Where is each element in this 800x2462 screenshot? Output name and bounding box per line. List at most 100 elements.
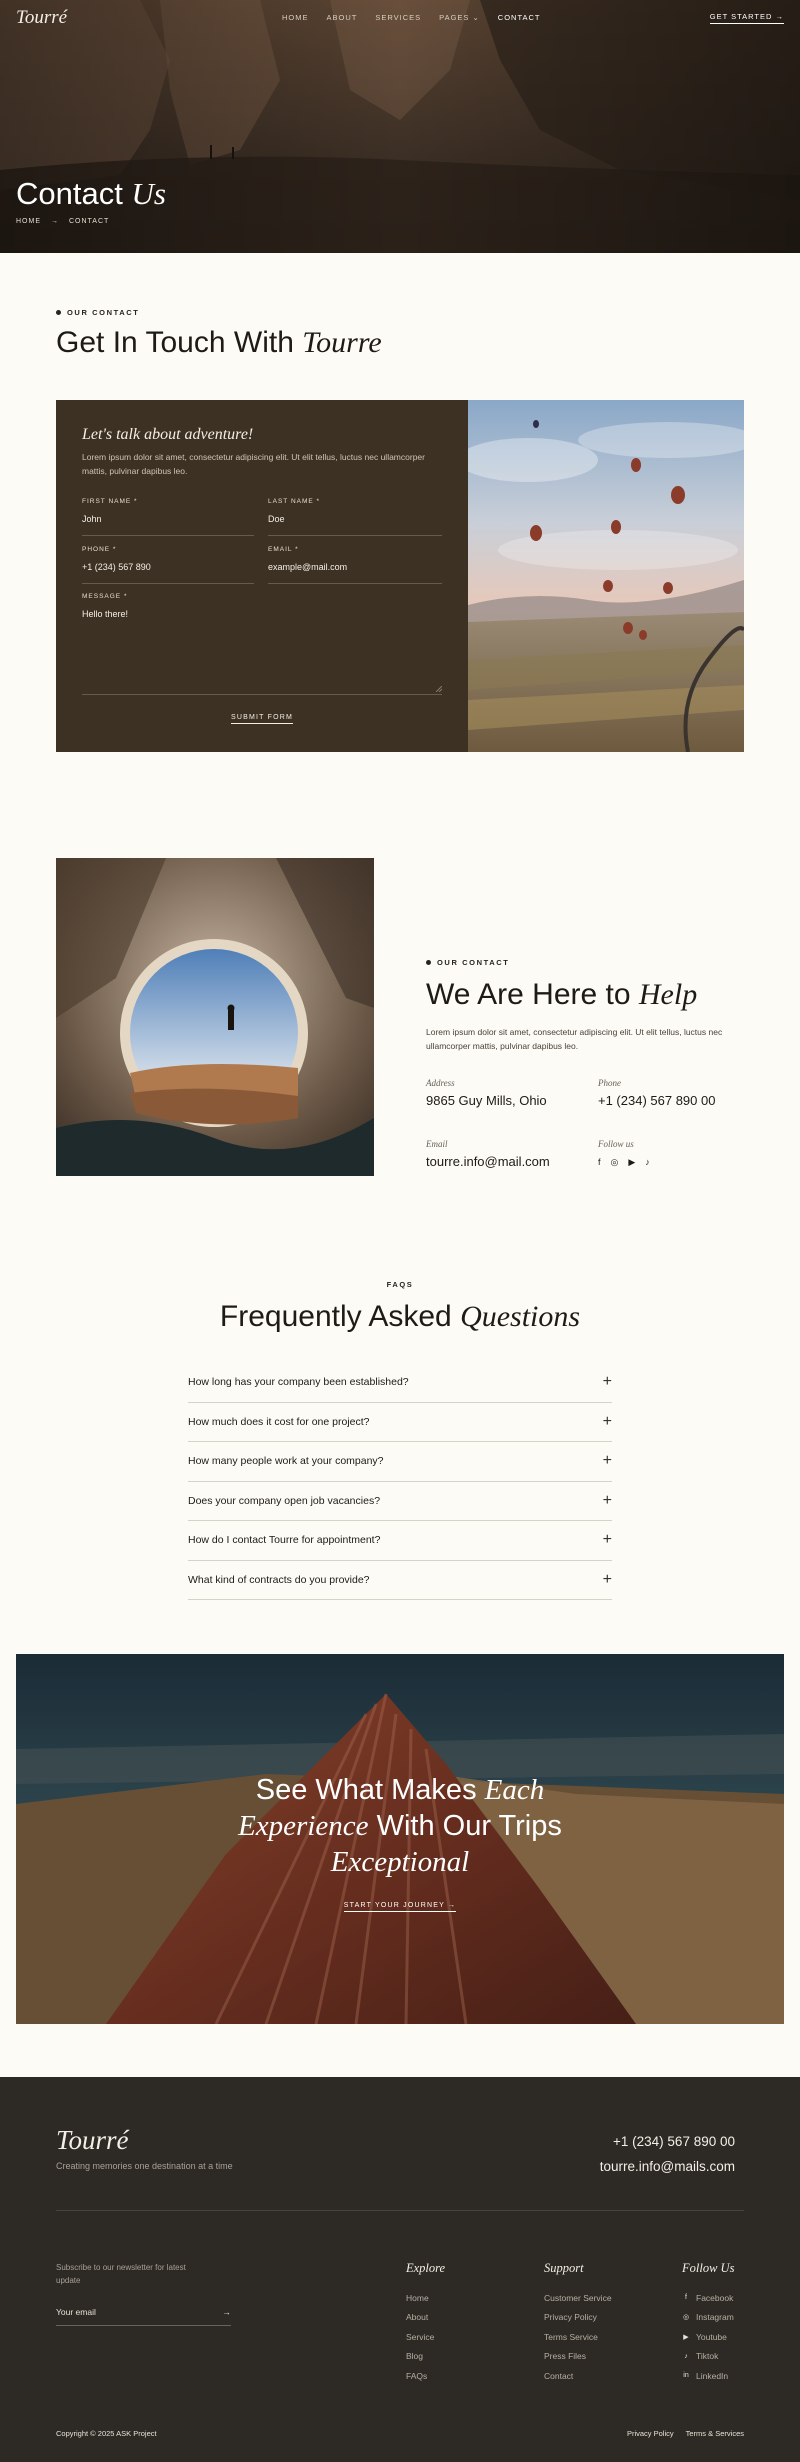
footer-divider [56, 2210, 744, 2211]
phone-label: PHONE * [82, 546, 117, 553]
footer-phone[interactable]: +1 (234) 567 890 00 [613, 2134, 735, 2149]
faq-question[interactable]: What kind of contracts do you provide? [188, 1574, 370, 1586]
footer-social-label[interactable]: Tiktok [696, 2351, 718, 2361]
footer-support-column: Support Customer Service Privacy Policy … [544, 2261, 612, 2386]
submit-form-button[interactable]: SUBMIT FORM [230, 714, 294, 724]
email-value[interactable]: example@mail.com [268, 562, 442, 572]
email-field[interactable]: EMAIL * example@mail.com [268, 546, 442, 584]
footer-social-label[interactable]: Instagram [696, 2312, 734, 2322]
instagram-icon[interactable]: ◎ [611, 1157, 619, 1168]
footer-email[interactable]: tourre.info@mails.com [600, 2159, 735, 2174]
newsletter-placeholder[interactable]: Your email [56, 2307, 96, 2317]
plus-icon[interactable]: + [603, 1571, 612, 1589]
last-name-field[interactable]: LAST NAME * Doe [268, 498, 442, 536]
faq-item[interactable]: How much does it cost for one project? + [188, 1403, 612, 1442]
youtube-icon[interactable]: ▶ [628, 1157, 635, 1168]
footer-link[interactable]: Press Files [544, 2347, 612, 2367]
footer-logo[interactable]: Tourré [56, 2125, 129, 2156]
youtube-icon: ▶ [683, 2333, 689, 2341]
footer-link[interactable]: FAQs [406, 2366, 445, 2386]
faq-question[interactable]: How much does it cost for one project? [188, 1416, 370, 1428]
footer-social-tiktok[interactable]: ♪ Tiktok [682, 2347, 734, 2367]
page-body: OUR CONTACT Get In Touch With Tourre Let… [0, 0, 800, 2462]
start-journey-button[interactable]: START YOUR JOURNEY → [343, 1902, 457, 1912]
tent-view-image [56, 858, 374, 1176]
cta-line-3: Exceptional [16, 1844, 784, 1880]
last-name-value[interactable]: Doe [268, 514, 442, 524]
newsletter-email-input[interactable]: Your email → [56, 2307, 231, 2326]
follow-block: Follow us f ◎ ▶ ♪ [598, 1139, 650, 1168]
faq-item[interactable]: Does your company open job vacancies? + [188, 1482, 612, 1521]
footer-social-instagram[interactable]: ◎ Instagram [682, 2308, 734, 2328]
terms-services-link[interactable]: Terms & Services [686, 2429, 744, 2438]
footer-social-label[interactable]: Youtube [696, 2332, 727, 2342]
footer-social-youtube[interactable]: ▶ Youtube [682, 2327, 734, 2347]
first-name-label: FIRST NAME * [82, 498, 138, 505]
first-name-value[interactable]: John [82, 514, 254, 524]
faq-item[interactable]: What kind of contracts do you provide? + [188, 1561, 612, 1600]
form-heading: Let's talk about adventure! [82, 426, 254, 443]
message-field[interactable]: MESSAGE * Hello there! [82, 593, 442, 695]
faq-question[interactable]: Does your company open job vacancies? [188, 1495, 380, 1507]
footer-link[interactable]: Blog [406, 2347, 445, 2367]
footer-social-facebook[interactable]: f Facebook [682, 2288, 734, 2308]
last-name-label: LAST NAME * [268, 498, 321, 505]
help-heading-italic: Help [638, 978, 698, 1011]
phone-value[interactable]: +1 (234) 567 890 [82, 562, 254, 572]
first-name-field[interactable]: FIRST NAME * John [82, 498, 254, 536]
cta-line-1-plain: See What Makes [255, 1774, 477, 1806]
contact-form: Let's talk about adventure! Lorem ipsum … [56, 400, 468, 752]
plus-icon[interactable]: + [603, 1492, 612, 1510]
footer-link[interactable]: Customer Service [544, 2288, 612, 2308]
faq-item[interactable]: How many people work at your company? + [188, 1442, 612, 1482]
email-label: EMAIL * [268, 546, 299, 553]
plus-icon[interactable]: + [603, 1452, 612, 1470]
tiktok-icon: ♪ [684, 2352, 688, 2360]
footer-link[interactable]: Terms Service [544, 2327, 612, 2347]
faq-item[interactable]: How do I contact Tourre for appointment?… [188, 1521, 612, 1561]
tent-illustration [56, 858, 374, 1176]
footer-support-title: Support [544, 2261, 584, 2275]
tiktok-icon[interactable]: ♪ [645, 1157, 650, 1168]
footer-link[interactable]: Privacy Policy [544, 2308, 612, 2328]
plus-icon[interactable]: + [603, 1413, 612, 1431]
phone-field[interactable]: PHONE * +1 (234) 567 890 [82, 546, 254, 584]
help-heading-plain: We Are Here to [426, 978, 631, 1011]
footer-link[interactable]: About [406, 2308, 445, 2328]
help-lead: Lorem ipsum dolor sit amet, consectetur … [426, 1027, 723, 1051]
phone-block: Phone +1 (234) 567 890 00 [598, 1078, 715, 1108]
faq-heading-italic: Questions [460, 1300, 581, 1333]
footer-social-label[interactable]: LinkedIn [696, 2371, 728, 2381]
footer-link[interactable]: Contact [544, 2366, 612, 2386]
cta-line-2: Experience With Our Trips [16, 1808, 784, 1844]
cta-line-1: See What Makes Each [16, 1772, 784, 1808]
plus-icon[interactable]: + [603, 1373, 612, 1391]
footer-social-label[interactable]: Facebook [696, 2293, 733, 2303]
privacy-policy-link[interactable]: Privacy Policy [627, 2429, 674, 2438]
faq-item[interactable]: How long has your company been establish… [188, 1363, 612, 1403]
get-in-touch-italic: Tourre [302, 326, 382, 359]
footer-follow-title: Follow Us [682, 2261, 735, 2275]
arrow-right-icon[interactable]: → [223, 2307, 232, 2317]
resize-handle-icon[interactable] [436, 686, 442, 692]
faq-question[interactable]: How do I contact Tourre for appointment? [188, 1534, 380, 1546]
footer-link[interactable]: Home [406, 2288, 445, 2308]
cta-line-3-italic: Exceptional [330, 1846, 470, 1878]
social-icons: f ◎ ▶ ♪ [598, 1157, 650, 1168]
contact-eyebrow: OUR CONTACT [56, 308, 139, 317]
plus-icon[interactable]: + [603, 1531, 612, 1549]
footer-social-linkedin[interactable]: in LinkedIn [682, 2366, 734, 2386]
faq-question[interactable]: How long has your company been establish… [188, 1376, 409, 1388]
message-value[interactable]: Hello there! [82, 609, 442, 619]
balloons-landscape-image [468, 400, 744, 752]
email-info-value[interactable]: tourre.info@mail.com [426, 1154, 550, 1169]
footer-link[interactable]: Service [406, 2327, 445, 2347]
footer-explore-column: Explore Home About Service Blog FAQs [406, 2261, 445, 2386]
cta-banner: See What Makes Each Experience With Our … [16, 1654, 784, 2024]
cta-link-wrapper: START YOUR JOURNEY → [16, 1894, 784, 1912]
faq-question[interactable]: How many people work at your company? [188, 1455, 384, 1467]
get-in-touch-plain: Get In Touch With [56, 326, 294, 359]
phone-info-value[interactable]: +1 (234) 567 890 00 [598, 1093, 715, 1108]
facebook-icon[interactable]: f [598, 1157, 601, 1168]
address-label: Address [426, 1078, 455, 1088]
